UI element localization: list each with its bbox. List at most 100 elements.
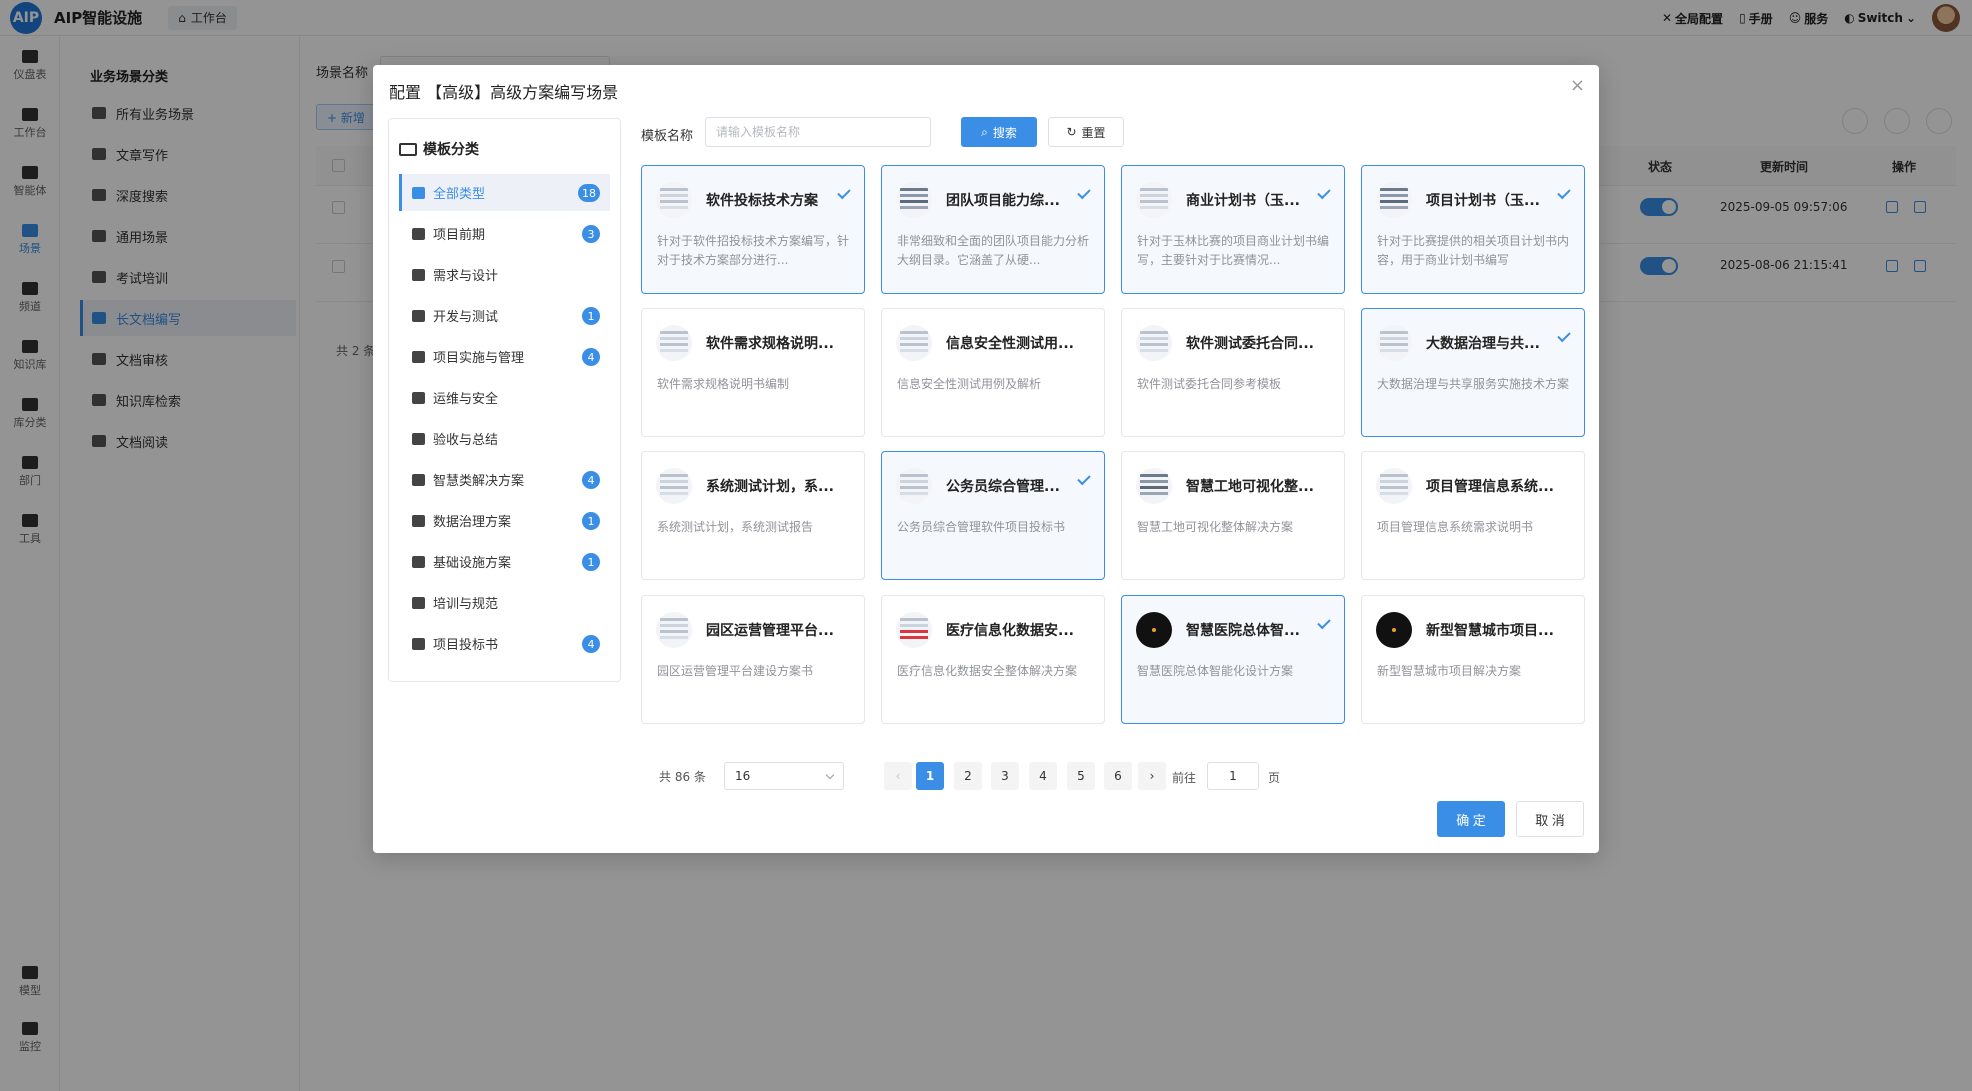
template-card[interactable]: 公务员综合管理... 公务员综合管理软件项目投标书 xyxy=(881,451,1105,580)
template-description: 针对于比赛提供的相关项目计划书内容，用于商业计划书编写 xyxy=(1377,234,1570,267)
template-card[interactable]: 项目计划书（玉... 针对于比赛提供的相关项目计划书内容，用于商业计划书编写 xyxy=(1361,165,1585,294)
template-thumbnail xyxy=(656,612,692,648)
template-thumbnail xyxy=(656,182,692,218)
template-description: 系统测试计划，系统测试报告 xyxy=(657,520,814,534)
template-thumbnail xyxy=(1376,468,1412,504)
file-icon xyxy=(412,637,425,650)
page-button-6[interactable]: 6 xyxy=(1104,762,1132,790)
template-card[interactable]: 项目管理信息系统... 项目管理信息系统需求说明书 xyxy=(1361,451,1585,580)
template-card[interactable]: 商业计划书（玉... 针对于玉林比赛的项目商业计划书编写，主要针对于比赛情况... xyxy=(1121,165,1345,294)
count-badge: 1 xyxy=(582,512,600,530)
goto-suffix: 页 xyxy=(1268,771,1281,785)
category-item-acceptance[interactable]: 验收与总结 xyxy=(399,420,610,457)
template-title: 新型智慧城市项目... xyxy=(1426,623,1554,639)
category-item-pre-project[interactable]: 项目前期 3 xyxy=(399,215,610,252)
check-icon xyxy=(1077,471,1091,486)
page-button-1[interactable]: 1 xyxy=(916,762,944,790)
category-item-ops-security[interactable]: 运维与安全 xyxy=(399,379,610,416)
category-item-implementation[interactable]: 项目实施与管理 4 xyxy=(399,338,610,375)
database-icon xyxy=(412,514,425,527)
category-item-training[interactable]: 培训与规范 xyxy=(399,584,610,621)
template-description: 智慧工地可视化整体解决方案 xyxy=(1137,520,1294,534)
category-label: 基础设施方案 xyxy=(433,556,512,571)
template-title: 智慧医院总体智... xyxy=(1186,623,1300,639)
training-icon xyxy=(412,596,425,609)
branch-icon xyxy=(412,309,425,322)
cancel-button[interactable]: 取 消 xyxy=(1516,801,1584,837)
template-card[interactable]: 系统测试计划，系... 系统测试计划，系统测试报告 xyxy=(641,451,865,580)
check-icon xyxy=(1077,185,1091,200)
close-icon[interactable]: × xyxy=(1570,75,1585,96)
template-description: 智慧医院总体智能化设计方案 xyxy=(1137,664,1294,678)
shield-icon xyxy=(412,391,425,404)
page-button-5[interactable]: 5 xyxy=(1067,762,1095,790)
category-item-bid[interactable]: 项目投标书 4 xyxy=(399,625,610,662)
prev-page-button[interactable]: ‹ xyxy=(884,762,912,790)
template-description: 园区运营管理平台建设方案书 xyxy=(657,664,814,678)
page-button-3[interactable]: 3 xyxy=(991,762,1019,790)
search-icon: ⌕ xyxy=(981,124,988,139)
category-header-label: 模板分类 xyxy=(423,142,479,158)
category-label: 开发与测试 xyxy=(433,310,499,325)
pagination-total: 共 86 条 xyxy=(659,769,706,784)
category-label: 数据治理方案 xyxy=(433,515,512,530)
goto-label: 前往 xyxy=(1172,771,1197,785)
bulb-icon xyxy=(412,473,425,486)
category-item-requirements[interactable]: 需求与设计 xyxy=(399,256,610,293)
template-name-input[interactable] xyxy=(705,117,931,147)
category-item-data-governance[interactable]: 数据治理方案 1 xyxy=(399,502,610,539)
template-title: 公务员综合管理... xyxy=(946,479,1060,495)
template-description: 新型智慧城市项目解决方案 xyxy=(1377,664,1522,678)
reset-button[interactable]: ↻ 重置 xyxy=(1048,117,1124,147)
template-thumbnail xyxy=(896,182,932,218)
template-card[interactable]: 软件需求规格说明... 软件需求规格说明书编制 xyxy=(641,308,865,437)
category-label: 运维与安全 xyxy=(433,392,499,407)
page-button-4[interactable]: 4 xyxy=(1029,762,1057,790)
template-card[interactable]: 智慧医院总体智... 智慧医院总体智能化设计方案 xyxy=(1121,595,1345,724)
page-button-2[interactable]: 2 xyxy=(954,762,982,790)
template-title: 园区运营管理平台... xyxy=(706,623,834,639)
count-badge: 1 xyxy=(582,307,600,325)
confirm-button[interactable]: 确 定 xyxy=(1437,801,1505,837)
cubes-icon xyxy=(412,227,425,240)
template-description: 信息安全性测试用例及解析 xyxy=(897,377,1042,391)
template-card[interactable]: 软件投标技术方案 针对于软件招投标技术方案编写，针对于技术方案部分进行... xyxy=(641,165,865,294)
template-title: 医疗信息化数据安... xyxy=(946,623,1074,639)
check-icon xyxy=(1317,185,1331,200)
template-card[interactable]: 信息安全性测试用... 信息安全性测试用例及解析 xyxy=(881,308,1105,437)
template-title: 信息安全性测试用... xyxy=(946,336,1074,352)
category-item-all[interactable]: 全部类型 18 xyxy=(399,174,610,211)
template-card[interactable]: 新型智慧城市项目... 新型智慧城市项目解决方案 xyxy=(1361,595,1585,724)
template-title: 软件投标技术方案 xyxy=(706,193,818,209)
category-label: 全部类型 xyxy=(433,187,486,202)
category-item-smart-solutions[interactable]: 智慧类解决方案 4 xyxy=(399,461,610,498)
search-button[interactable]: ⌕ 搜索 xyxy=(961,117,1037,147)
template-card[interactable]: 大数据治理与共... 大数据治理与共享服务实施技术方案 xyxy=(1361,308,1585,437)
template-card[interactable]: 智慧工地可视化整... 智慧工地可视化整体解决方案 xyxy=(1121,451,1345,580)
template-thumbnail xyxy=(1376,612,1412,648)
check-icon xyxy=(837,185,851,200)
dialog-title: 配置 【高级】高级方案编写场景 xyxy=(389,83,619,102)
category-label: 培训与规范 xyxy=(433,597,499,612)
count-badge: 3 xyxy=(582,225,600,243)
page-size-select[interactable]: 16 xyxy=(724,762,844,790)
category-item-dev-test[interactable]: 开发与测试 1 xyxy=(399,297,610,334)
category-label: 项目实施与管理 xyxy=(433,351,525,366)
count-badge: 4 xyxy=(582,348,600,366)
template-card[interactable]: 园区运营管理平台... 园区运营管理平台建设方案书 xyxy=(641,595,865,724)
template-title: 大数据治理与共... xyxy=(1426,336,1540,352)
next-page-button[interactable]: › xyxy=(1138,762,1166,790)
template-title: 智慧工地可视化整... xyxy=(1186,479,1314,495)
template-card[interactable]: 团队项目能力综... 非常细致和全面的团队项目能力分析大纲目录。它涵盖了从硬... xyxy=(881,165,1105,294)
design-icon xyxy=(412,268,425,281)
config-dialog: 配置 【高级】高级方案编写场景 × 模板分类 全部类型 18 项目前期 3 需求与设… xyxy=(373,65,1599,853)
template-name-label: 模板名称 xyxy=(641,129,694,144)
template-thumbnail xyxy=(1136,182,1172,218)
template-thumbnail xyxy=(1376,182,1412,218)
template-card[interactable]: 软件测试委托合同... 软件测试委托合同参考模板 xyxy=(1121,308,1345,437)
template-thumbnail xyxy=(896,612,932,648)
template-card[interactable]: 医疗信息化数据安... 医疗信息化数据安全整体解决方案 xyxy=(881,595,1105,724)
category-item-infrastructure[interactable]: 基础设施方案 1 xyxy=(399,543,610,580)
goto-page-input[interactable] xyxy=(1207,762,1259,790)
template-thumbnail xyxy=(656,325,692,361)
